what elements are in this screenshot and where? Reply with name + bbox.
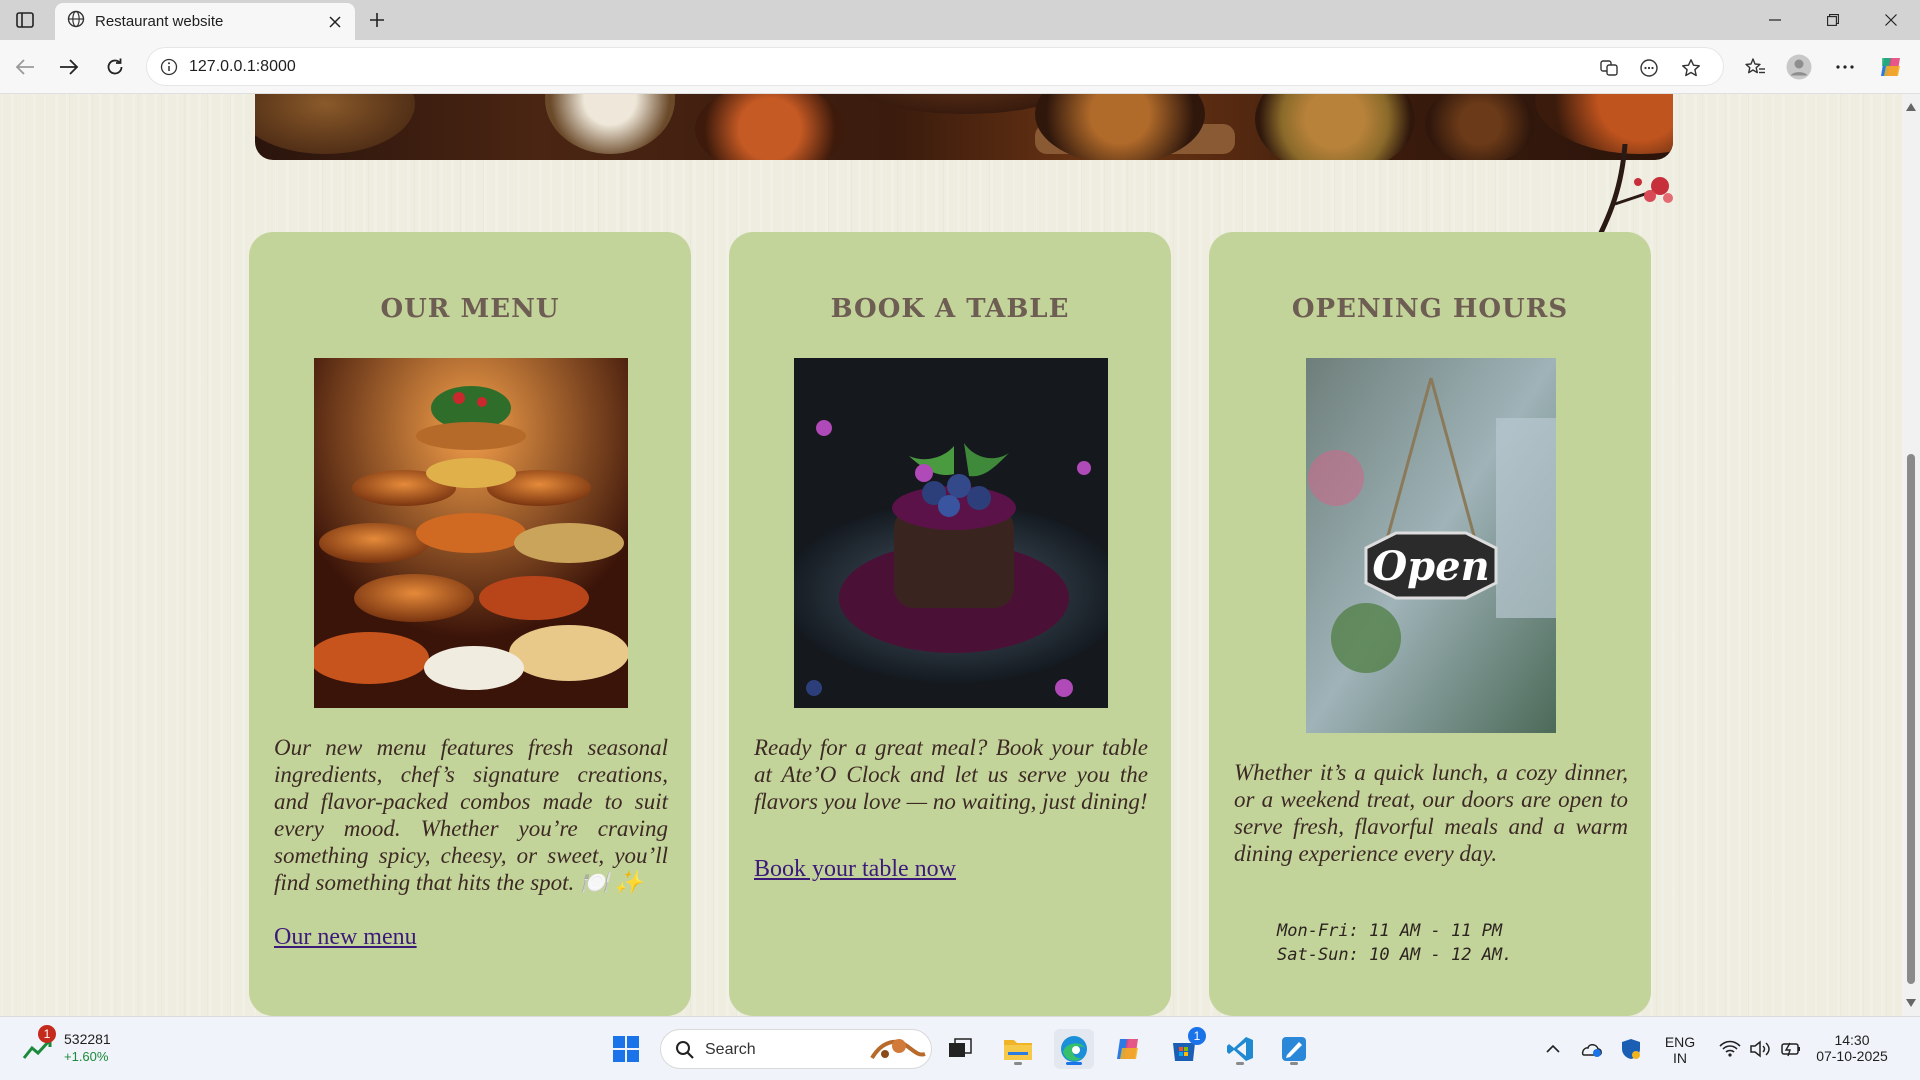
tab-actions-icon[interactable] xyxy=(12,8,38,32)
translate-icon[interactable] xyxy=(1597,56,1621,80)
open-sign-image: Open xyxy=(1306,358,1556,733)
card-title: OUR MENU xyxy=(380,294,560,324)
stock-change: +1.60% xyxy=(64,1049,109,1064)
site-info-icon[interactable] xyxy=(159,57,179,77)
battery-icon xyxy=(1781,1042,1800,1057)
forward-icon[interactable] xyxy=(54,52,84,82)
security-shield-icon[interactable] xyxy=(1613,1029,1649,1069)
store-badge: 1 xyxy=(1188,1027,1206,1045)
address-bar[interactable]: 127.0.0.1:8000 xyxy=(146,47,1724,86)
card-book-a-table: BOOK A TABLE Ready for a great meal? Boo… xyxy=(729,232,1171,1016)
refresh-icon[interactable] xyxy=(100,52,130,82)
search-label: Search xyxy=(705,1041,756,1058)
open-sign-text: Open xyxy=(1372,543,1489,590)
more-options-icon[interactable] xyxy=(1830,52,1860,82)
tab-strip: Restaurant website xyxy=(0,0,1920,40)
windows-start-icon[interactable] xyxy=(606,1029,646,1069)
edge-browser-icon[interactable] xyxy=(1054,1029,1094,1069)
profile-avatar[interactable] xyxy=(1784,52,1814,82)
new-tab-icon[interactable] xyxy=(364,7,390,33)
file-explorer-icon[interactable] xyxy=(998,1029,1038,1069)
search-highlight-icon xyxy=(867,1036,927,1069)
card-title: BOOK A TABLE xyxy=(830,294,1070,324)
scroll-down-icon[interactable] xyxy=(1906,998,1916,1008)
clock[interactable]: 14:30 07-10-2025 xyxy=(1810,1032,1894,1064)
page-viewport: OUR MENU Our new menu features fresh sea… xyxy=(0,94,1920,1016)
tab-title: Restaurant website xyxy=(95,13,224,30)
store-icon[interactable]: 1 xyxy=(1164,1027,1206,1069)
copilot-app-icon[interactable] xyxy=(1108,1029,1148,1069)
url-text: 127.0.0.1:8000 xyxy=(189,58,296,75)
restore-icon[interactable] xyxy=(1804,0,1862,40)
language-indicator[interactable]: ENG IN xyxy=(1660,1034,1700,1066)
back-icon[interactable] xyxy=(10,52,40,82)
card-description: Ready for a great meal? Book your table … xyxy=(754,735,1148,814)
favorite-star-icon[interactable] xyxy=(1679,56,1703,80)
minimize-icon[interactable] xyxy=(1746,0,1804,40)
taskbar-search[interactable]: Search xyxy=(660,1029,932,1069)
reading-mode-icon[interactable] xyxy=(1637,56,1661,80)
notification-badge: 1 xyxy=(38,1025,56,1043)
onedrive-icon[interactable] xyxy=(1573,1029,1609,1069)
card-description: Whether it’s a quick lunch, a cozy dinne… xyxy=(1234,760,1628,866)
indian-feast-image xyxy=(314,358,628,708)
show-hidden-icons[interactable] xyxy=(1533,1029,1573,1069)
browser-toolbar: 127.0.0.1:8000 xyxy=(0,40,1920,94)
card-opening-hours: OPENING HOURS Open Whether it’s a quick … xyxy=(1209,232,1651,1016)
hours-weekday: Mon-Fri: 11 AM - 11 PM xyxy=(1277,921,1503,941)
close-window-icon[interactable] xyxy=(1862,0,1920,40)
favorites-icon[interactable] xyxy=(1740,52,1770,82)
dessert-cake-image xyxy=(794,358,1108,708)
windows-taskbar: 1 532281 +1.60% Search 1 ENG IN 14:30 07… xyxy=(0,1016,1920,1080)
wifi-icon xyxy=(1719,1040,1741,1057)
vscode-icon[interactable] xyxy=(1220,1029,1260,1069)
browser-tab[interactable]: Restaurant website xyxy=(55,3,355,40)
globe-icon xyxy=(67,10,85,33)
card-title: OPENING HOURS xyxy=(1291,294,1569,324)
paint-app-icon[interactable] xyxy=(1274,1029,1314,1069)
stock-widget[interactable]: 1 532281 +1.60% xyxy=(22,1025,122,1069)
copilot-icon[interactable] xyxy=(1876,52,1906,82)
page-scrollbar[interactable] xyxy=(1902,94,1920,1016)
volume-icon xyxy=(1750,1040,1770,1058)
card-description: Our new menu features fresh seasonal ing… xyxy=(274,735,668,895)
scroll-up-icon[interactable] xyxy=(1906,102,1916,112)
hours-weekend: Sat-Sun: 10 AM - 12 AM. xyxy=(1277,945,1513,965)
search-icon xyxy=(675,1040,695,1065)
scrollbar-thumb[interactable] xyxy=(1907,454,1915,984)
system-status-group[interactable] xyxy=(1710,1029,1810,1069)
card-our-menu: OUR MENU Our new menu features fresh sea… xyxy=(249,232,691,1016)
hero-food-image xyxy=(255,94,1673,160)
stock-value: 532281 xyxy=(64,1031,111,1047)
task-view-icon[interactable] xyxy=(940,1029,980,1069)
close-tab-icon[interactable] xyxy=(325,12,345,32)
book-your-table-now-link[interactable]: Book your table now xyxy=(754,856,956,883)
our-new-menu-link[interactable]: Our new menu xyxy=(274,924,417,951)
